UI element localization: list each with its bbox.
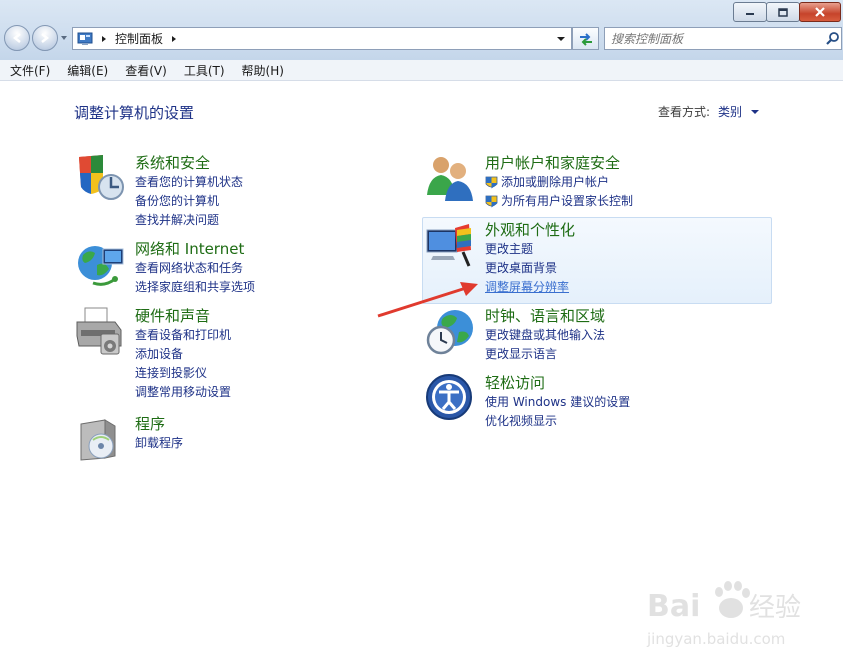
link-homegroup-sharing[interactable]: 选择家庭组和共享选项 (135, 278, 255, 297)
forward-button[interactable] (32, 25, 58, 51)
control-panel-content: 调整计算机的设置 查看方式: 类别 系统和安全 查看您的计算机状态 备份您的计算… (0, 81, 843, 648)
address-dropdown-icon[interactable] (554, 33, 568, 45)
users-icon (427, 157, 473, 201)
svg-text:经验: 经验 (749, 593, 801, 623)
baidu-watermark: Bai 经验 jingyan.baidu.com (645, 576, 835, 656)
menu-file[interactable]: 文件(F) (0, 62, 57, 79)
minimize-button[interactable] (733, 2, 767, 22)
uac-shield-icon (485, 176, 498, 188)
link-uninstall-program[interactable]: 卸载程序 (135, 434, 183, 453)
view-by-dropdown[interactable]: 类别 (718, 103, 760, 120)
link-network-status[interactable]: 查看网络状态和任务 (135, 259, 255, 278)
programs-box-icon (80, 419, 116, 461)
category-title[interactable]: 程序 (135, 414, 183, 434)
category-title[interactable]: 网络和 Internet (135, 239, 255, 259)
link-troubleshoot[interactable]: 查找并解决问题 (135, 211, 243, 230)
window-titlebar: 控制面板 (0, 0, 843, 61)
close-icon (815, 7, 825, 17)
link-add-remove-accounts[interactable]: 添加或删除用户帐户 (485, 173, 633, 192)
category-title[interactable]: 外观和个性化 (485, 220, 575, 240)
category-title[interactable]: 轻松访问 (485, 373, 630, 393)
printer-icon (76, 307, 122, 355)
breadcrumb-separator-icon[interactable] (99, 34, 109, 44)
search-input[interactable] (605, 28, 818, 49)
close-button[interactable] (799, 2, 841, 22)
shield-icon (79, 155, 124, 200)
menu-help[interactable]: 帮助(H) (232, 62, 291, 79)
globe-network-icon (78, 246, 124, 286)
uac-shield-icon (485, 195, 498, 207)
link-change-theme[interactable]: 更改主题 (485, 240, 575, 259)
category-title[interactable]: 时钟、语言和区域 (485, 306, 605, 326)
link-label: 添加或删除用户帐户 (501, 175, 610, 189)
link-view-computer-status[interactable]: 查看您的计算机状态 (135, 173, 243, 192)
search-icon[interactable] (825, 31, 841, 47)
red-annotation-arrow (377, 282, 478, 318)
link-optimize-visual-display[interactable]: 优化视频显示 (485, 412, 630, 431)
address-bar[interactable]: 控制面板 (72, 27, 572, 50)
forward-arrow-icon (41, 33, 50, 43)
category-title[interactable]: 系统和安全 (135, 153, 243, 173)
link-backup-computer[interactable]: 备份您的计算机 (135, 192, 243, 211)
appearance-monitor-icon (426, 224, 471, 267)
link-windows-recommended-settings[interactable]: 使用 Windows 建议的设置 (485, 393, 630, 412)
chevron-down-icon (750, 110, 759, 114)
link-connect-projector[interactable]: 连接到投影仪 (135, 364, 231, 383)
link-mobility-settings[interactable]: 调整常用移动设置 (135, 383, 231, 402)
menu-bar: 文件(F) 编辑(E) 查看(V) 工具(T) 帮助(H) (0, 60, 843, 81)
menu-tools[interactable]: 工具(T) (174, 62, 232, 79)
link-add-device[interactable]: 添加设备 (135, 345, 231, 364)
refresh-button[interactable] (572, 27, 599, 50)
page-title: 调整计算机的设置 (74, 104, 195, 122)
link-change-background[interactable]: 更改桌面背景 (485, 259, 575, 278)
link-screen-resolution[interactable]: 调整屏幕分辨率 (485, 278, 575, 297)
link-change-keyboards[interactable]: 更改键盘或其他输入法 (485, 326, 605, 345)
nav-buttons (4, 25, 68, 51)
refresh-icon (579, 32, 592, 46)
link-devices-printers[interactable]: 查看设备和打印机 (135, 326, 231, 345)
category-title[interactable]: 硬件和声音 (135, 306, 231, 326)
search-box[interactable] (604, 27, 842, 50)
recent-pages-chevron-icon[interactable] (60, 34, 68, 42)
breadcrumb-control-panel[interactable]: 控制面板 (115, 30, 163, 47)
breadcrumb-separator-icon[interactable] (169, 34, 179, 44)
link-change-display-language[interactable]: 更改显示语言 (485, 345, 605, 364)
link-label: 为所有用户设置家长控制 (501, 194, 634, 208)
svg-text:jingyan.baidu.com: jingyan.baidu.com (646, 630, 785, 648)
window-controls (733, 2, 841, 22)
back-button[interactable] (4, 25, 30, 51)
minimize-icon (746, 13, 754, 15)
svg-text:Bai: Bai (647, 589, 700, 624)
ease-of-access-icon (426, 374, 472, 420)
view-by-label: 查看方式: (658, 105, 711, 119)
back-arrow-icon (12, 33, 21, 43)
link-parental-controls[interactable]: 为所有用户设置家长控制 (485, 192, 633, 211)
menu-view[interactable]: 查看(V) (115, 62, 174, 79)
category-title[interactable]: 用户帐户和家庭安全 (485, 153, 633, 173)
baidu-paw-logo: Bai 经验 jingyan.baidu.com (646, 581, 801, 648)
view-by-value: 类别 (718, 105, 743, 119)
control-panel-icon (77, 32, 93, 45)
view-by: 查看方式: 类别 (658, 103, 760, 120)
menu-edit[interactable]: 编辑(E) (57, 62, 115, 79)
maximize-button[interactable] (766, 2, 800, 22)
maximize-icon (778, 7, 788, 17)
